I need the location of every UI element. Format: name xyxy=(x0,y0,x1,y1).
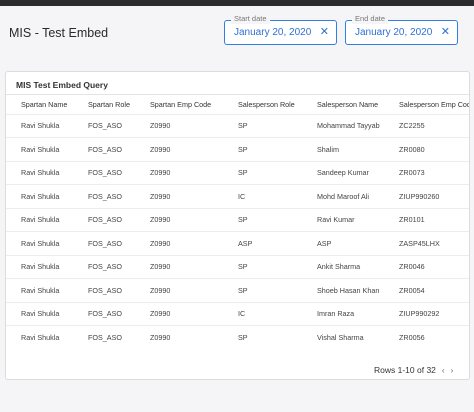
table-cell: Z0990 xyxy=(135,207,223,232)
start-date-value[interactable]: January 20, 2020 xyxy=(234,27,311,38)
table-cell: Ravi Shukla xyxy=(6,254,73,279)
table-cell: FOS_ASO xyxy=(73,184,135,208)
table-cell: FOS_ASO xyxy=(73,113,135,138)
end-date-label: End date xyxy=(352,14,389,24)
card-title: MIS Test Embed Query xyxy=(16,80,108,90)
table-cell: Z0990 xyxy=(135,184,223,208)
column-header[interactable]: Salesperson Role xyxy=(223,96,302,114)
table-cell: SP xyxy=(223,207,302,232)
table-cell: Ravi Kumar xyxy=(302,207,384,232)
table-cell: Ankit Sharma xyxy=(302,254,384,279)
table-cell: ZIUP990292 xyxy=(384,301,469,326)
table-cell: SP xyxy=(223,113,302,138)
table-cell: ZR0080 xyxy=(384,137,469,161)
table-row[interactable]: Ravi Shukla FOS_ASO Z0990 SP Mohammad Tayyab… xyxy=(6,113,469,138)
table-cell: ASP xyxy=(223,231,302,255)
table-cell: ZR0056 xyxy=(384,325,469,349)
table-row[interactable]: Ravi Shukla FOS_ASO Z0990 IC Mohd Maroof Ali… xyxy=(6,184,469,208)
table-cell: ZR0101 xyxy=(384,207,469,232)
table-cell: FOS_ASO xyxy=(73,254,135,279)
table-row[interactable]: Ravi Shukla FOS_ASO Z0990 ASP ASP ZASP45LHX xyxy=(6,231,469,255)
table-cell: Sandeep Kumar xyxy=(302,160,384,185)
table-cell: Z0990 xyxy=(135,301,223,326)
table-cell: ZIUP990260 xyxy=(384,184,469,208)
table-cell: SP xyxy=(223,137,302,161)
table-cell: Shalim xyxy=(302,137,384,161)
table-cell: SP xyxy=(223,254,302,279)
table-cell: FOS_ASO xyxy=(73,231,135,255)
table-cell: Ravi Shukla xyxy=(6,184,73,208)
table-cell: FOS_ASO xyxy=(73,278,135,302)
table-cell: Ravi Shukla xyxy=(6,207,73,232)
table-cell: Vishal Sharma xyxy=(302,325,384,349)
table-cell: ZR0046 xyxy=(384,254,469,279)
table-row[interactable]: Ravi Shukla FOS_ASO Z0990 SP Shalim ZR0080 xyxy=(6,137,469,161)
table-cell: Z0990 xyxy=(135,254,223,279)
table-cell: FOS_ASO xyxy=(73,160,135,185)
table-cell: Ravi Shukla xyxy=(6,113,73,138)
column-header[interactable]: Salesperson Emp Code xyxy=(384,96,469,114)
table-cell: Z0990 xyxy=(135,325,223,349)
table-cell: Mohammad Tayyab xyxy=(302,113,384,138)
table-cell: FOS_ASO xyxy=(73,137,135,161)
table-cell: Z0990 xyxy=(135,137,223,161)
table-row[interactable]: Ravi Shukla FOS_ASO Z0990 SP Ankit Sharma ZR0… xyxy=(6,254,469,279)
column-header[interactable]: Salesperson Name xyxy=(302,96,384,114)
table-cell: Mohd Maroof Ali xyxy=(302,184,384,208)
next-page-icon[interactable]: › xyxy=(451,366,454,375)
table-cell: ASP xyxy=(302,231,384,255)
table-cell: IC xyxy=(223,301,302,326)
start-date-label: Start date xyxy=(231,14,270,24)
table-cell: Z0990 xyxy=(135,231,223,255)
table-cell: SP xyxy=(223,325,302,349)
column-header[interactable]: Spartan Role xyxy=(73,96,135,114)
results-table: Spartan Name Spartan Role Spartan Emp Co… xyxy=(6,96,469,349)
table-cell: Ravi Shukla xyxy=(6,325,73,349)
prev-page-icon[interactable]: ‹ xyxy=(442,366,445,375)
column-header[interactable]: Spartan Emp Code xyxy=(135,96,223,114)
table-cell: Ravi Shukla xyxy=(6,160,73,185)
table-cell: IC xyxy=(223,184,302,208)
end-date-field[interactable]: End date January 20, 2020 ✕ xyxy=(345,14,458,45)
table-cell: Ravi Shukla xyxy=(6,231,73,255)
table-cell: Shoeb Hasan Khan xyxy=(302,278,384,302)
table-cell: Z0990 xyxy=(135,160,223,185)
table-cell: FOS_ASO xyxy=(73,325,135,349)
table-cell: FOS_ASO xyxy=(73,301,135,326)
end-date-value[interactable]: January 20, 2020 xyxy=(355,27,432,38)
table-row[interactable]: Ravi Shukla FOS_ASO Z0990 SP Ravi Kumar ZR010… xyxy=(6,207,469,232)
table-row[interactable]: Ravi Shukla FOS_ASO Z0990 IC Imran Raza ZIUP9… xyxy=(6,301,469,326)
table-cell: Ravi Shukla xyxy=(6,301,73,326)
table-cell: ZC2255 xyxy=(384,113,469,138)
table-row[interactable]: Ravi Shukla FOS_ASO Z0990 SP Shoeb Hasan Kha… xyxy=(6,278,469,302)
start-date-field[interactable]: Start date January 20, 2020 ✕ xyxy=(224,14,337,45)
table-cell: SP xyxy=(223,278,302,302)
table-cell: ZR0073 xyxy=(384,160,469,185)
table-cell: Z0990 xyxy=(135,278,223,302)
top-bar xyxy=(0,0,474,6)
table-cell: Imran Raza xyxy=(302,301,384,326)
table-cell: FOS_ASO xyxy=(73,207,135,232)
clear-start-date-icon[interactable]: ✕ xyxy=(320,25,329,38)
table-cell: Ravi Shukla xyxy=(6,137,73,161)
pagination: Rows 1-10 of 32 ‹ › xyxy=(374,365,453,375)
card-divider xyxy=(6,94,469,95)
clear-end-date-icon[interactable]: ✕ xyxy=(441,25,450,38)
query-card: MIS Test Embed Query Spartan Name Sparta… xyxy=(5,71,470,380)
table-cell: ZR0054 xyxy=(384,278,469,302)
table-row[interactable]: Ravi Shukla FOS_ASO Z0990 SP Vishal Sharma ZR… xyxy=(6,325,469,349)
table-cell: Z0990 xyxy=(135,113,223,138)
column-header[interactable]: Spartan Name xyxy=(6,96,73,114)
table-header-row: Spartan Name Spartan Role Spartan Emp Co… xyxy=(6,96,469,114)
table-cell: Ravi Shukla xyxy=(6,278,73,302)
table-row[interactable]: Ravi Shukla FOS_ASO Z0990 SP Sandeep Kumar ZR… xyxy=(6,160,469,185)
table-cell: SP xyxy=(223,160,302,185)
table-cell: ZASP45LHX xyxy=(384,231,469,255)
pagination-label: Rows 1-10 of 32 xyxy=(374,365,436,375)
page-title: MIS - Test Embed xyxy=(9,26,109,40)
